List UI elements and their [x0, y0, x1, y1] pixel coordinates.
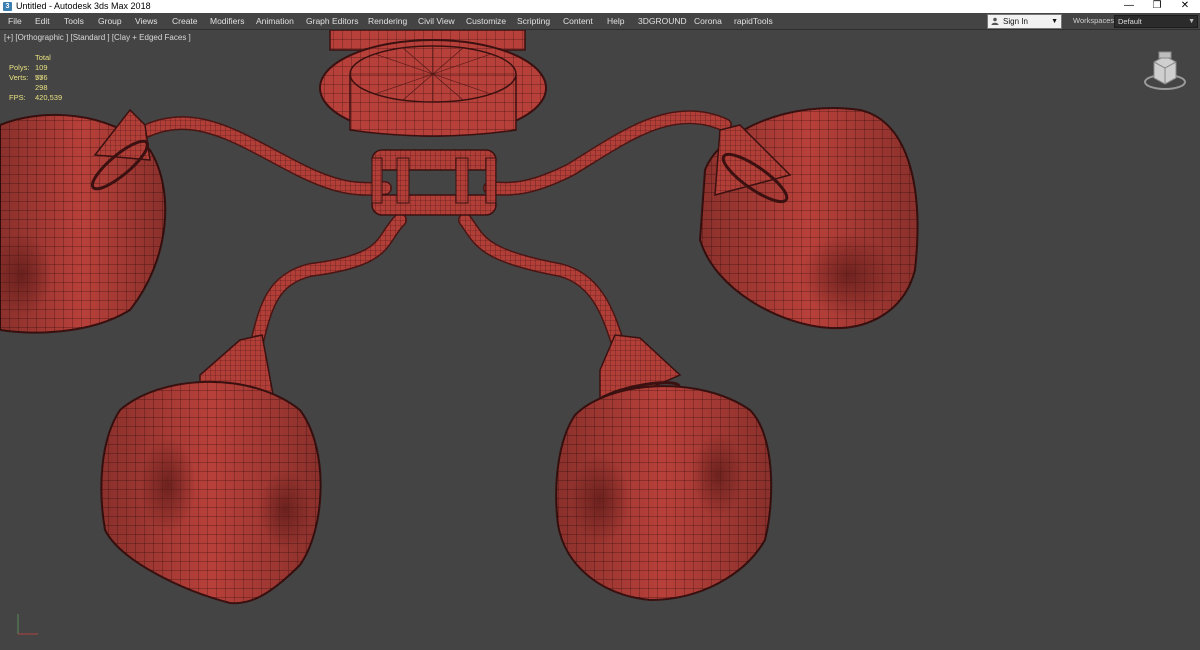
chevron-down-icon: ▼	[1051, 18, 1058, 25]
chandelier-model	[0, 30, 919, 605]
menu-graph-editors[interactable]: Graph Editors	[306, 13, 358, 29]
menu-modifiers[interactable]: Modifiers	[210, 13, 244, 29]
menu-rendering[interactable]: Rendering	[368, 13, 407, 29]
chevron-down-icon: ▼	[1188, 18, 1195, 25]
menu-create[interactable]: Create	[172, 13, 198, 29]
menu-rapidtools[interactable]: rapidTools	[734, 13, 773, 29]
orthographic-viewport[interactable]: [+] [Orthographic ] [Standard ] [Clay + …	[0, 30, 1200, 650]
stats-fps-value: 420,539	[35, 93, 63, 102]
menu-civil-view[interactable]: Civil View	[418, 13, 455, 29]
menu-tools[interactable]: Tools	[64, 13, 84, 29]
menu-bar: File Edit Tools Group Views Create Modif…	[0, 13, 1200, 30]
menu-3dground[interactable]: 3DGROUND	[638, 13, 687, 29]
title-bar: 3 Untitled - Autodesk 3ds Max 2018 — ❐ ✕	[0, 0, 1200, 13]
user-icon	[991, 17, 999, 25]
sign-in-label: Sign In	[1003, 17, 1028, 26]
stats-total-label: Total	[35, 53, 51, 62]
workspaces-value: Default	[1118, 17, 1142, 26]
sign-in-button[interactable]: Sign In ▼	[987, 14, 1062, 29]
viewport-label[interactable]: [+] [Orthographic ] [Standard ] [Clay + …	[4, 33, 191, 42]
viewcube-icon[interactable]	[1140, 50, 1190, 94]
menu-scripting[interactable]: Scripting	[517, 13, 550, 29]
stats-polys-label: Polys:	[9, 63, 30, 72]
stats-verts-label: Verts:	[9, 73, 29, 82]
menu-views[interactable]: Views	[135, 13, 158, 29]
app-icon: 3	[3, 2, 12, 11]
menu-content[interactable]: Content	[563, 13, 593, 29]
menu-edit[interactable]: Edit	[35, 13, 50, 29]
menu-customize[interactable]: Customize	[466, 13, 506, 29]
axis-tripod-icon	[17, 614, 38, 635]
menu-file[interactable]: File	[8, 13, 22, 29]
workspaces-dropdown[interactable]: Default ▼	[1114, 15, 1198, 28]
close-icon[interactable]: ✕	[1170, 0, 1200, 13]
stats-fps-label: FPS:	[9, 93, 26, 102]
workspaces-label: Workspaces:	[1073, 16, 1117, 25]
menu-help[interactable]: Help	[607, 13, 624, 29]
stats-verts-value: 55 298	[35, 73, 48, 92]
restore-icon[interactable]: ❐	[1142, 0, 1172, 13]
menu-animation[interactable]: Animation	[256, 13, 294, 29]
menu-group[interactable]: Group	[98, 13, 122, 29]
menu-corona[interactable]: Corona	[694, 13, 722, 29]
window-title: Untitled - Autodesk 3ds Max 2018	[16, 1, 151, 11]
minimize-icon[interactable]: —	[1114, 0, 1144, 13]
